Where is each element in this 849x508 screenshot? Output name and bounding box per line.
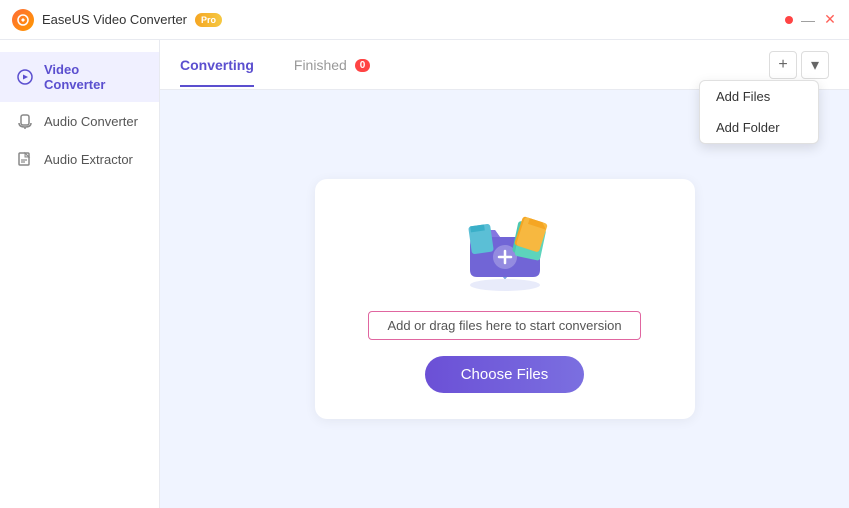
add-button[interactable]: + bbox=[769, 51, 797, 79]
tab-finished[interactable]: Finished 0 bbox=[294, 43, 370, 87]
tabs: Converting Finished 0 bbox=[180, 43, 370, 87]
dropdown-button[interactable]: ▾ bbox=[801, 51, 829, 79]
audio-converter-label: Audio Converter bbox=[44, 114, 138, 129]
add-files-item[interactable]: Add Files bbox=[700, 81, 818, 112]
sidebar-item-video-converter[interactable]: Video Converter bbox=[0, 52, 159, 102]
app-logo bbox=[12, 9, 34, 31]
drop-text: Add or drag files here to start conversi… bbox=[368, 311, 640, 340]
app-name: EaseUS Video Converter bbox=[42, 12, 187, 27]
choose-files-button[interactable]: Choose Files bbox=[425, 356, 585, 393]
folder-illustration bbox=[450, 205, 560, 295]
audio-extractor-icon bbox=[16, 150, 34, 168]
drop-zone: Add or drag files here to start conversi… bbox=[315, 179, 695, 419]
audio-converter-icon bbox=[16, 112, 34, 130]
video-converter-icon bbox=[16, 68, 34, 86]
title-bar-left: EaseUS Video Converter Pro bbox=[12, 9, 222, 31]
dropdown-menu: Add Files Add Folder bbox=[699, 80, 819, 144]
notification-dot bbox=[785, 16, 793, 24]
video-converter-label: Video Converter bbox=[44, 62, 143, 92]
sidebar-item-audio-converter[interactable]: Audio Converter bbox=[0, 102, 159, 140]
tab-converting[interactable]: Converting bbox=[180, 43, 254, 87]
close-button[interactable]: ✕ bbox=[823, 13, 837, 27]
finished-badge: 0 bbox=[355, 59, 371, 72]
tab-actions: + ▾ bbox=[769, 51, 829, 79]
sidebar: Video Converter Audio Converter bbox=[0, 40, 160, 508]
minimize-button[interactable]: — bbox=[801, 13, 815, 27]
audio-extractor-label: Audio Extractor bbox=[44, 152, 133, 167]
pro-badge: Pro bbox=[195, 13, 222, 27]
sidebar-item-audio-extractor[interactable]: Audio Extractor bbox=[0, 140, 159, 178]
content-main: Add or drag files here to start conversi… bbox=[160, 90, 849, 508]
add-folder-item[interactable]: Add Folder bbox=[700, 112, 818, 143]
title-bar-controls: — ✕ bbox=[785, 13, 837, 27]
title-bar: EaseUS Video Converter Pro — ✕ bbox=[0, 0, 849, 40]
